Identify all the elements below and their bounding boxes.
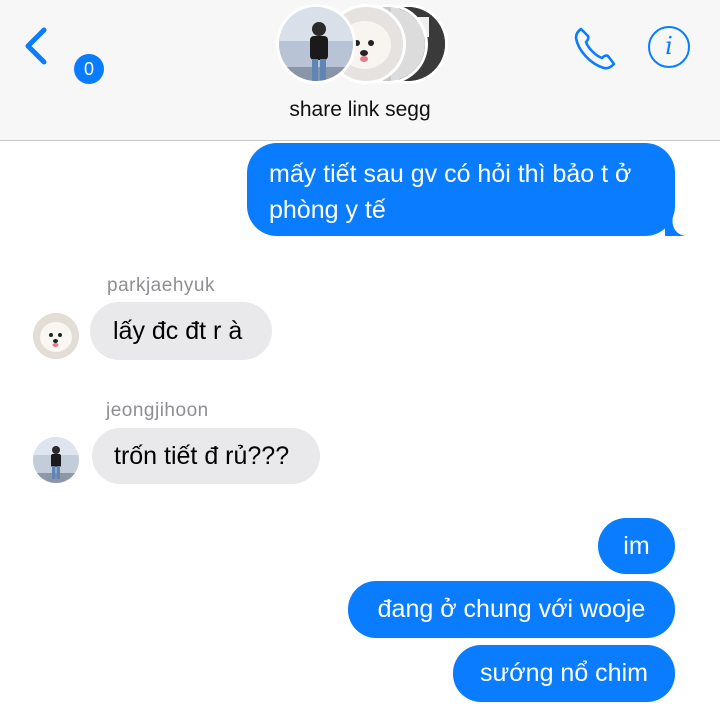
conversation-header: 0 share link segg i [0,0,720,141]
back-button[interactable]: 0 [22,22,104,84]
message-text: sướng nổ chim [480,659,648,687]
received-message-bubble[interactable]: trốn tiết đ rủ??? [92,428,320,484]
sent-message-bubble[interactable]: đang ở chung với wooje [348,581,675,638]
message-text: trốn tiết đ rủ??? [114,442,290,470]
group-avatar-stack[interactable] [276,4,448,84]
sender-name: jeongjihoon [106,400,209,421]
phone-icon [574,27,616,70]
info-button[interactable]: i [648,26,690,68]
bubble-tail [665,216,685,236]
sent-message-bubble[interactable]: im [598,518,675,574]
message-text: im [623,532,650,560]
chevron-left-icon [25,27,47,65]
unread-count-badge: 0 [74,54,104,84]
sender-avatar[interactable] [33,437,79,483]
member-avatar [276,4,356,84]
message-text: mấy tiết sau gv có hỏi thì bảo t ở phòng… [269,160,632,224]
call-button[interactable] [572,24,618,72]
received-message-bubble[interactable]: lấy đc đt r à [90,302,272,360]
sender-avatar[interactable] [33,313,79,359]
info-icon: i [665,32,673,60]
message-text: đang ở chung với wooje [377,595,646,623]
sent-message-bubble[interactable]: sướng nổ chim [453,645,675,702]
message-text: lấy đc đt r à [113,317,243,345]
sent-message-bubble[interactable]: mấy tiết sau gv có hỏi thì bảo t ở phòng… [247,143,685,236]
sender-name: parkjaehyuk [107,275,215,296]
conversation-title[interactable]: share link segg [0,98,720,122]
